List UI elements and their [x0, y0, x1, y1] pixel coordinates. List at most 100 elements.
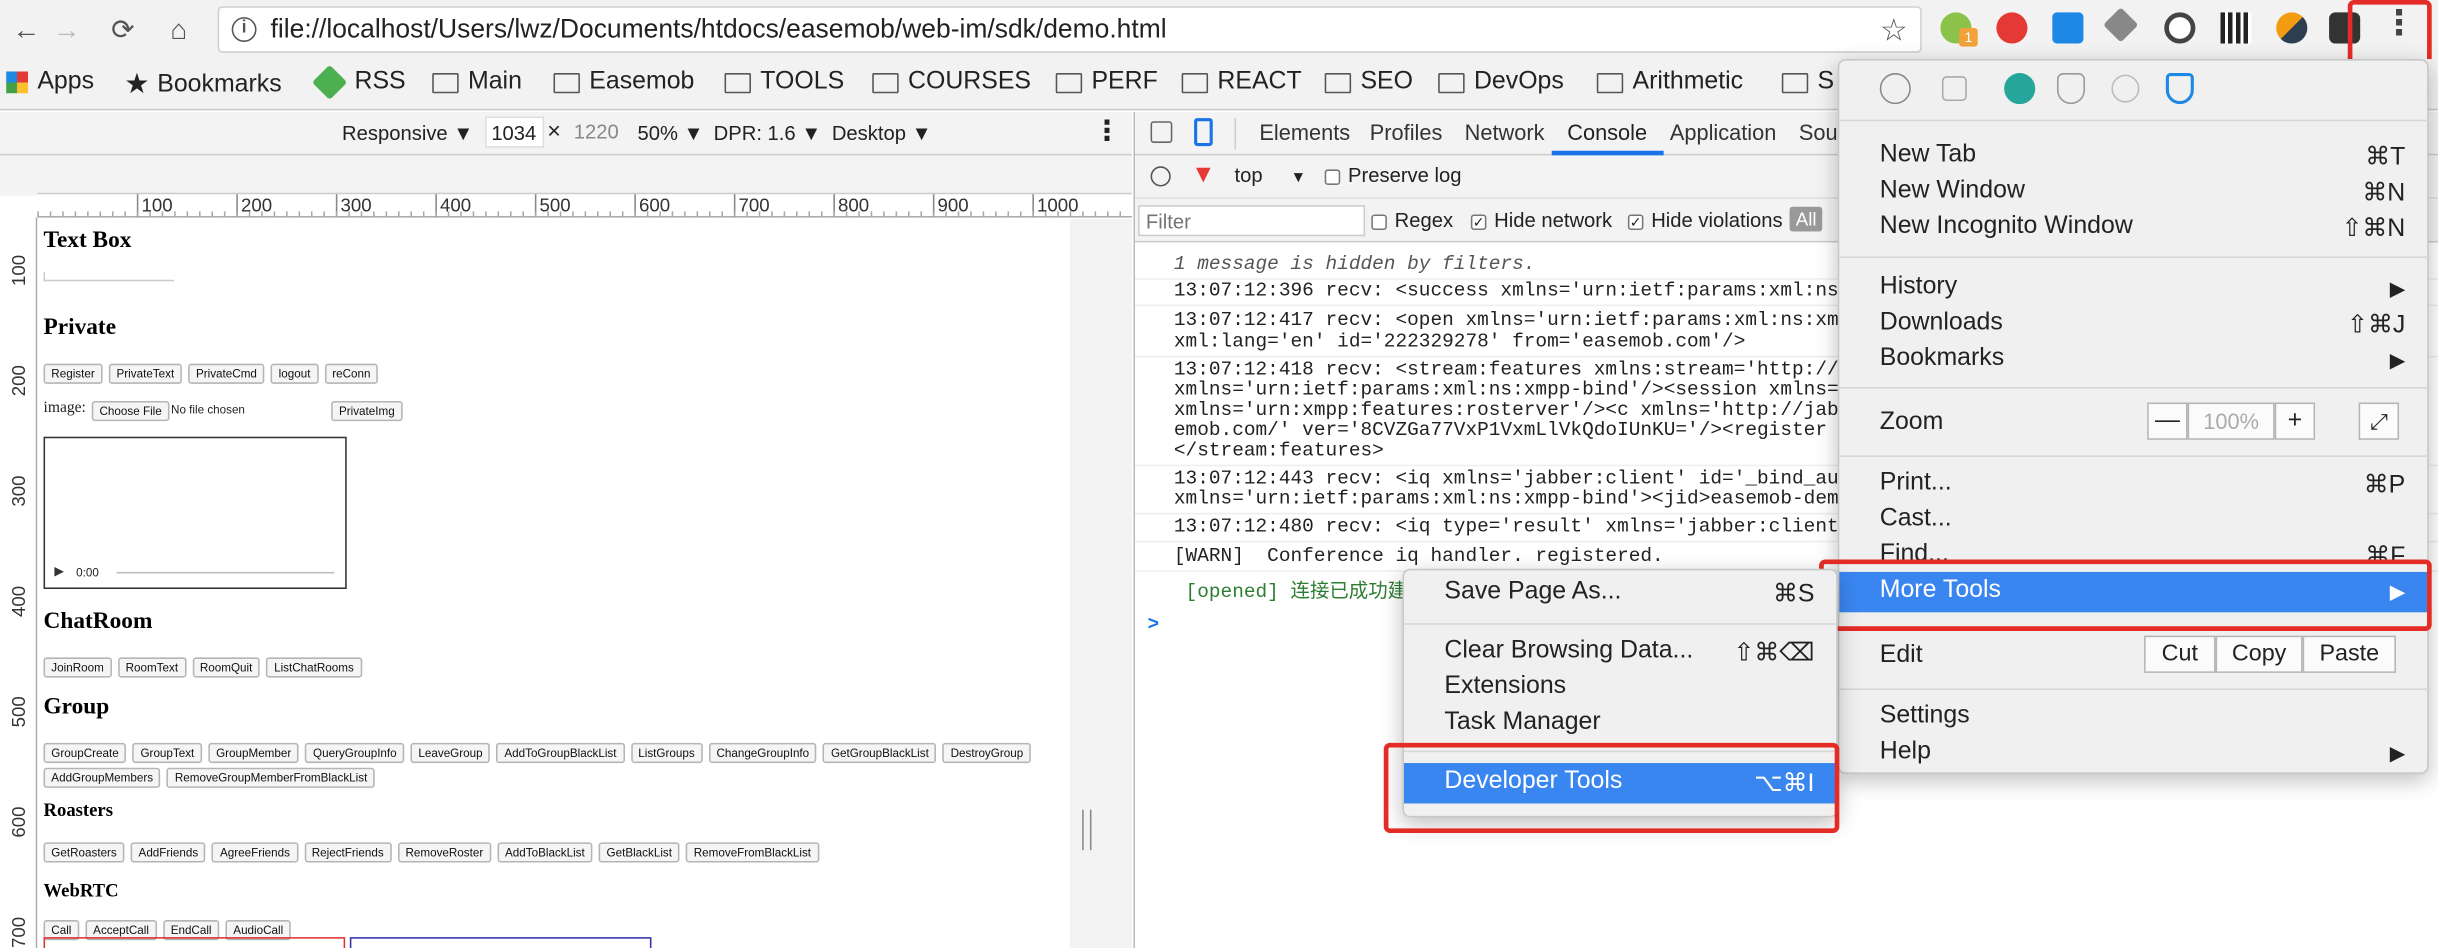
tab-sources[interactable]: Sou: [1799, 120, 1838, 145]
home-icon[interactable]: ⌂: [159, 9, 199, 49]
bookmark-tools[interactable]: TOOLS: [724, 68, 844, 96]
tab-application[interactable]: Application: [1670, 120, 1777, 145]
bookmark-s[interactable]: S: [1781, 68, 1834, 96]
join-room-button[interactable]: JoinRoom: [43, 657, 112, 678]
resize-handle[interactable]: [1082, 809, 1092, 851]
bookmark-bookmarks[interactable]: ★ Bookmarks: [124, 68, 281, 101]
zoom-out-button[interactable]: —: [2147, 402, 2188, 440]
private-img-button[interactable]: PrivateImg: [331, 400, 403, 422]
get-black-list-button[interactable]: GetBlackList: [598, 842, 680, 863]
menu-incognito[interactable]: New Incognito Window: [1880, 213, 2133, 241]
fullscreen-icon[interactable]: ⤢: [2358, 402, 2400, 440]
level-all-button[interactable]: All: [1789, 206, 1823, 232]
group-member-button[interactable]: GroupMember: [208, 742, 300, 764]
blue-shield-icon[interactable]: [2165, 73, 2194, 105]
menu-save-page[interactable]: Save Page As...: [1444, 578, 1621, 606]
bookmark-perf[interactable]: PERF: [1055, 68, 1158, 96]
inspect-icon[interactable]: [1150, 121, 1173, 143]
device-mode-icon[interactable]: [1194, 118, 1213, 147]
bookmark-devops[interactable]: DevOps: [1438, 68, 1564, 96]
paste-button[interactable]: Paste: [2302, 635, 2396, 673]
bookmark-seo[interactable]: SEO: [1324, 68, 1413, 96]
menu-settings[interactable]: Settings: [1880, 702, 1970, 730]
re-conn-button[interactable]: reConn: [324, 363, 379, 384]
hide-network-checkbox[interactable]: ✓ Hide network: [1470, 208, 1612, 232]
menu-extensions[interactable]: Extensions: [1444, 673, 1566, 701]
get-roasters-button[interactable]: GetRoasters: [43, 842, 125, 863]
add-friends-button[interactable]: AddFriends: [130, 842, 206, 863]
forward-icon[interactable]: →: [47, 9, 87, 49]
video-player[interactable]: ▶ 0:00: [43, 436, 347, 590]
hide-violations-checkbox[interactable]: ✓ Hide violations: [1627, 208, 1783, 232]
regex-checkbox[interactable]: Regex: [1371, 208, 1453, 232]
get-group-black-list-button[interactable]: GetGroupBlackList: [823, 742, 937, 764]
zoom-select[interactable]: 50% ▼: [637, 121, 703, 144]
query-group-info-button[interactable]: QueryGroupInfo: [305, 742, 405, 764]
sync-icon[interactable]: [2164, 12, 2196, 44]
reload-icon[interactable]: ⟳: [103, 9, 143, 49]
change-group-info-button[interactable]: ChangeGroupInfo: [708, 742, 817, 764]
menu-new-window[interactable]: New Window: [1880, 177, 2025, 205]
half-circle-icon[interactable]: [2276, 12, 2308, 44]
text-box-input[interactable]: [43, 271, 175, 282]
device-type-select[interactable]: Desktop ▼: [832, 121, 932, 144]
react-extension-icon[interactable]: [1879, 73, 1911, 105]
remove-group-member-from-black-list-button[interactable]: RemoveGroupMemberFromBlackList: [167, 767, 376, 788]
add-group-members-button[interactable]: AddGroupMembers: [43, 767, 161, 788]
filter-icon[interactable]: ▼: [1191, 162, 1216, 190]
menu-history[interactable]: History: [1880, 274, 1957, 302]
bookmark-apps[interactable]: Apps: [6, 68, 94, 96]
logout-button[interactable]: logout: [270, 363, 319, 384]
dpr-select[interactable]: DPR: 1.6 ▼: [714, 121, 822, 144]
menu-new-tab[interactable]: New Tab: [1880, 141, 1976, 169]
group-create-button[interactable]: GroupCreate: [43, 742, 127, 764]
reject-friends-button[interactable]: RejectFriends: [303, 842, 392, 863]
menu-bookmarks[interactable]: Bookmarks: [1880, 345, 2004, 373]
progress-track[interactable]: [116, 571, 335, 574]
menu-print[interactable]: Print...: [1880, 469, 1952, 497]
bookmark-rss[interactable]: RSS: [312, 64, 406, 100]
preserve-log-checkbox[interactable]: Preserve log: [1324, 163, 1461, 186]
remove-roster-button[interactable]: RemoveRoster: [397, 842, 492, 863]
add-to-group-black-list-button[interactable]: AddToGroupBlackList: [496, 742, 625, 764]
device-height-input[interactable]: 1220: [569, 117, 628, 148]
play-icon[interactable]: ▶: [54, 564, 64, 578]
menu-downloads[interactable]: Downloads: [1880, 309, 2003, 337]
clear-console-icon[interactable]: [1150, 166, 1171, 187]
menu-cast[interactable]: Cast...: [1880, 505, 1952, 533]
layers-icon[interactable]: [2103, 7, 2139, 43]
copy-button[interactable]: Copy: [2215, 635, 2303, 673]
y-extension-icon[interactable]: [2052, 12, 2084, 44]
list-chat-rooms-button[interactable]: ListChatRooms: [266, 657, 362, 678]
private-text-button[interactable]: PrivateText: [108, 363, 182, 384]
agree-friends-button[interactable]: AgreeFriends: [212, 842, 298, 863]
bookmark-main[interactable]: Main: [432, 68, 522, 96]
address-bar[interactable]: i file://localhost/Users/lwz/Documents/h…: [217, 6, 1922, 53]
shield-icon[interactable]: [2057, 73, 2085, 105]
cut-button[interactable]: Cut: [2144, 635, 2216, 673]
bookmark-arithmetic[interactable]: Arithmetic: [1596, 68, 1743, 96]
menu-task-manager[interactable]: Task Manager: [1444, 709, 1600, 737]
device-more-icon[interactable]: ⋮: [1093, 115, 1121, 148]
choose-file-button[interactable]: Choose File: [91, 400, 170, 422]
register-button[interactable]: Register: [43, 363, 103, 384]
device-width-input[interactable]: 1034: [485, 116, 545, 148]
menu-help[interactable]: Help: [1880, 738, 1931, 766]
swirl-icon[interactable]: [2111, 74, 2140, 103]
list-groups-button[interactable]: ListGroups: [630, 742, 703, 764]
remove-from-black-list-button[interactable]: RemoveFromBlackList: [685, 842, 819, 863]
back-icon[interactable]: ←: [6, 9, 46, 49]
m-extension-icon[interactable]: [2004, 73, 2036, 105]
filter-input[interactable]: [1138, 205, 1366, 237]
context-select[interactable]: top ▼: [1235, 163, 1306, 186]
group-text-button[interactable]: GroupText: [132, 742, 203, 764]
bookmark-courses[interactable]: COURSES: [872, 68, 1031, 96]
private-cmd-button[interactable]: PrivateCmd: [188, 363, 265, 384]
tree-extension-icon[interactable]: [1941, 76, 1967, 102]
adblock-icon[interactable]: [1996, 12, 2028, 44]
tab-profiles[interactable]: Profiles: [1370, 120, 1443, 145]
info-icon[interactable]: i: [231, 17, 257, 42]
destroy-group-button[interactable]: DestroyGroup: [942, 742, 1031, 764]
room-quit-button[interactable]: RoomQuit: [192, 657, 261, 678]
tab-network[interactable]: Network: [1465, 120, 1545, 145]
